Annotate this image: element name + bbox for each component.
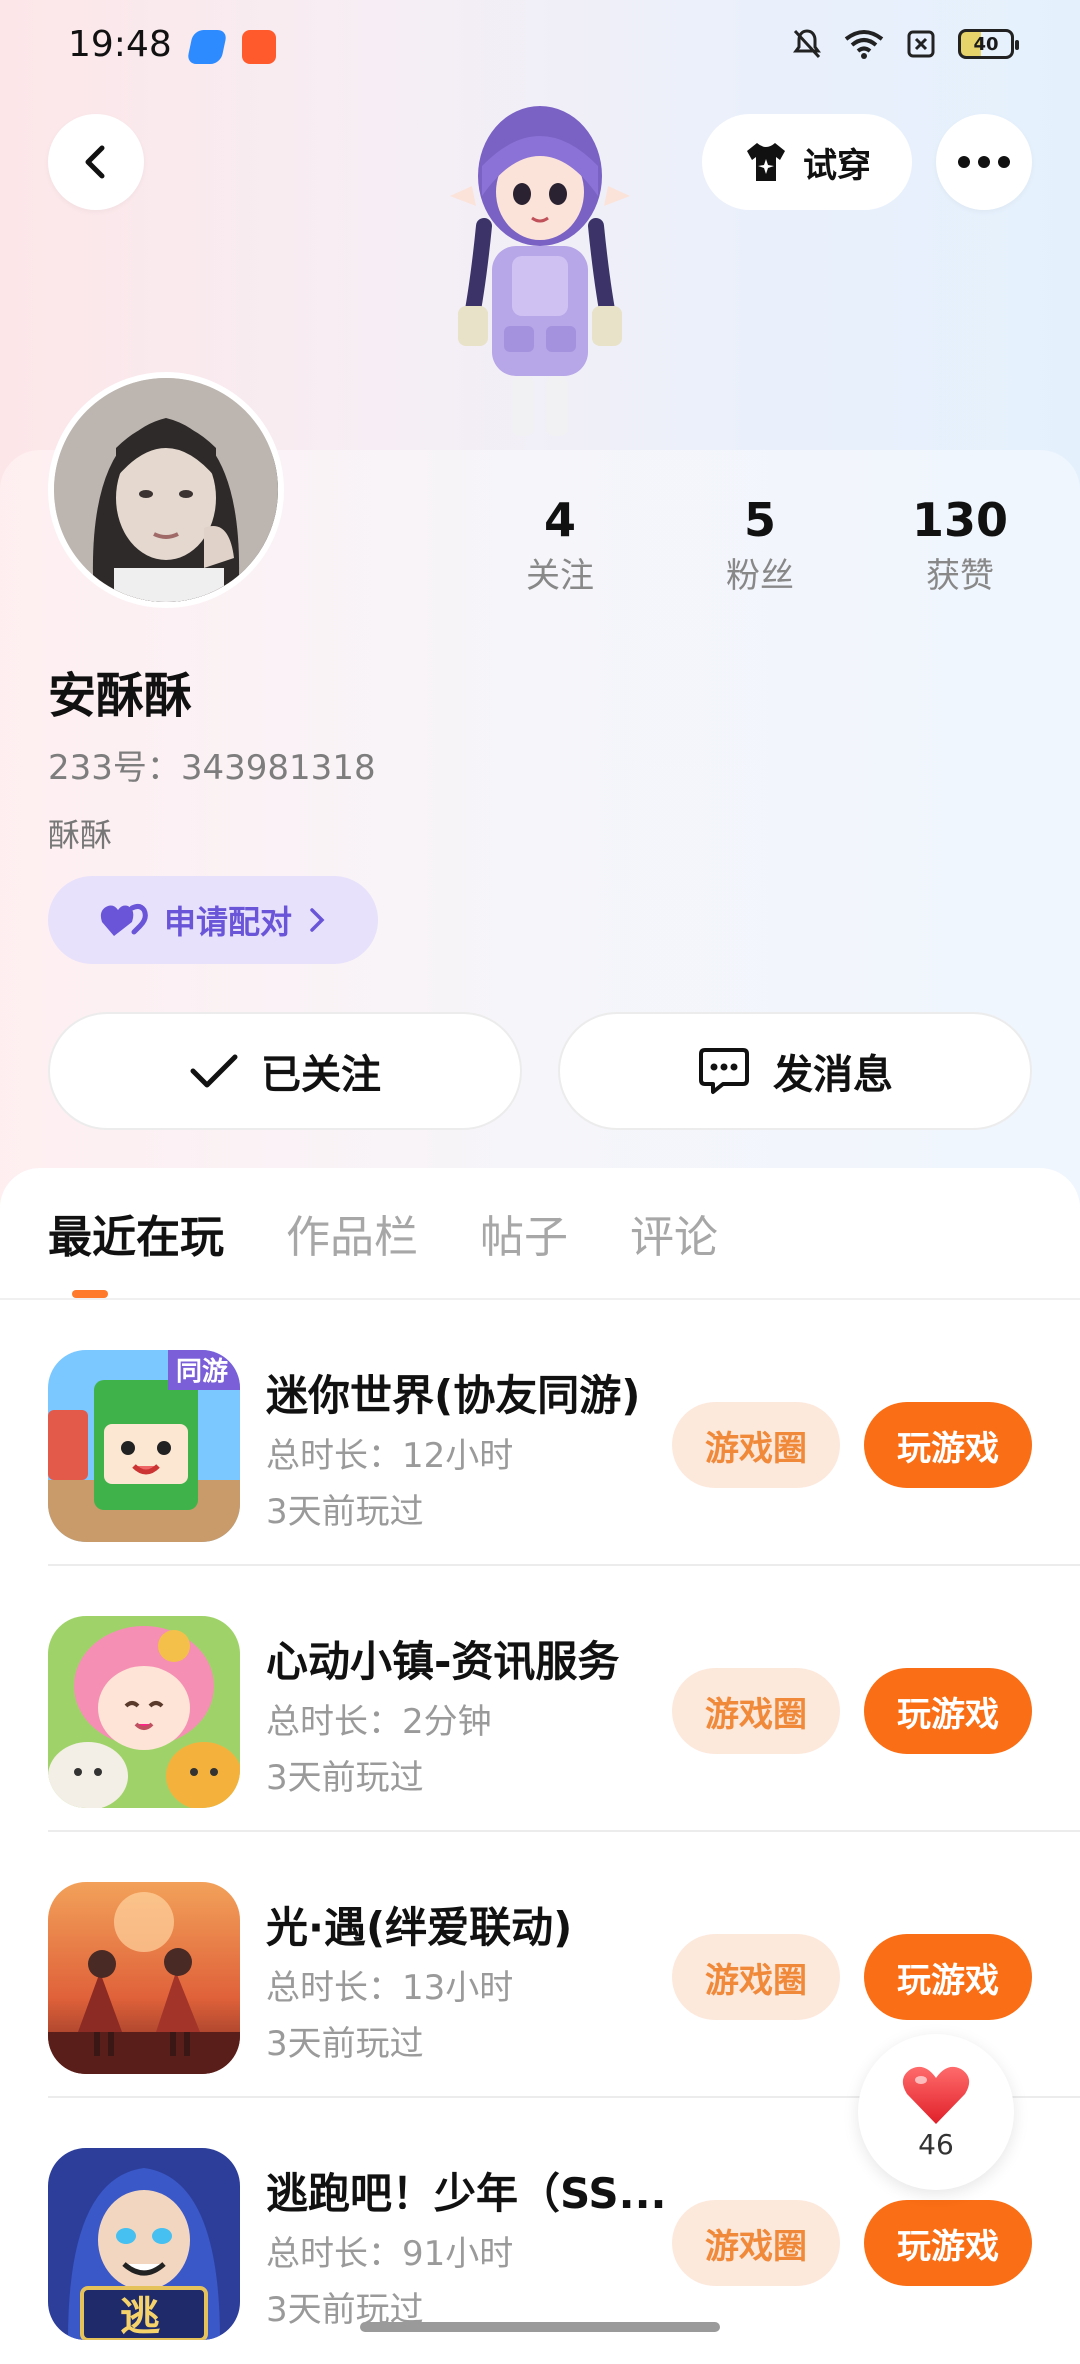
play-game-button[interactable]: 玩游戏 bbox=[864, 1934, 1032, 2020]
game-circle-button[interactable]: 游戏圈 bbox=[672, 1668, 840, 1754]
game-circle-button[interactable]: 游戏圈 bbox=[672, 1934, 840, 2020]
stat-following[interactable]: 4 关注 bbox=[480, 490, 640, 602]
game-duration: 总时长：91小时 bbox=[266, 2234, 514, 2274]
play-game-button[interactable]: 玩游戏 bbox=[864, 2200, 1032, 2286]
status-bar: 19:48 40 bbox=[0, 0, 1080, 96]
game-last-played: 3天前玩过 bbox=[266, 1492, 424, 1532]
request-match-label: 申请配对 bbox=[163, 903, 292, 941]
send-message-label: 发消息 bbox=[773, 1052, 893, 1098]
more-options-button[interactable] bbox=[936, 114, 1032, 210]
sim-icon bbox=[907, 30, 935, 58]
game-icon-escape-boy[interactable]: 逃 bbox=[48, 2148, 240, 2340]
active-tab-indicator bbox=[72, 1290, 108, 1298]
game-circle-button[interactable]: 游戏圈 bbox=[672, 1402, 840, 1488]
bell-muted-icon bbox=[793, 29, 821, 59]
game-row[interactable]: 心动小镇-资讯服务 总时长：2分钟 3天前玩过 游戏圈 玩游戏 bbox=[48, 1566, 1080, 1832]
more-dots-icon bbox=[958, 156, 1010, 168]
battery-icon: 40 bbox=[958, 29, 1019, 59]
game-last-played: 3天前玩过 bbox=[266, 1758, 424, 1798]
heart-icon bbox=[902, 2066, 970, 2124]
profile-name: 安酥酥 bbox=[48, 668, 193, 724]
avatar-photo-image bbox=[54, 378, 278, 602]
followed-label: 已关注 bbox=[261, 1052, 381, 1098]
stat-label: 关注 bbox=[526, 556, 594, 596]
stat-followers[interactable]: 5 粉丝 bbox=[680, 490, 840, 602]
profile-bio: 酥酥 bbox=[48, 816, 113, 854]
status-time: 19:48 bbox=[68, 24, 172, 65]
game-icon-heartbeat-town[interactable] bbox=[48, 1616, 240, 1808]
back-arrow-icon bbox=[85, 145, 105, 179]
profile-avatar[interactable] bbox=[48, 372, 284, 608]
game-duration: 总时长：13小时 bbox=[266, 1968, 514, 2008]
checkmark-icon bbox=[190, 1054, 238, 1088]
app-notification-icon bbox=[186, 30, 228, 64]
mini-world-badge-text: 同游 bbox=[176, 1357, 228, 1387]
game-name: 心动小镇-资讯服务 bbox=[266, 1637, 620, 1686]
sky-artwork bbox=[48, 1882, 240, 2074]
battery-level: 40 bbox=[973, 33, 999, 55]
home-indicator[interactable] bbox=[360, 2322, 720, 2332]
game-duration: 总时长：2分钟 bbox=[266, 1702, 492, 1742]
try-on-label: 试穿 bbox=[803, 145, 871, 186]
game-name: 光·遇(绊爱联动) bbox=[266, 1903, 573, 1952]
stat-value: 5 bbox=[743, 493, 776, 547]
escape-boy-artwork: 逃 bbox=[48, 2148, 240, 2340]
game-last-played: 3天前玩过 bbox=[266, 2024, 424, 2064]
stat-label: 粉丝 bbox=[726, 556, 794, 596]
status-icons: 40 bbox=[792, 28, 1019, 60]
wifi-icon bbox=[844, 30, 884, 59]
profile-stats: 4 关注 5 粉丝 130 获赞 bbox=[480, 490, 1040, 602]
send-message-button[interactable]: 发消息 bbox=[558, 1012, 1032, 1130]
mini-world-artwork: 同游 bbox=[48, 1350, 240, 1542]
like-button[interactable]: 46 bbox=[858, 2034, 1014, 2190]
heartbeat-town-artwork bbox=[48, 1616, 240, 1808]
game-name: 迷你世界(协友同游) bbox=[266, 1371, 641, 1420]
stat-value: 130 bbox=[911, 493, 1009, 547]
play-game-button[interactable]: 玩游戏 bbox=[864, 1402, 1032, 1488]
profile-uid: 233号：343981318 bbox=[48, 748, 376, 788]
request-match-button[interactable]: 申请配对 bbox=[48, 876, 378, 964]
heart-pair-icon bbox=[100, 903, 148, 936]
game-icon-sky[interactable] bbox=[48, 1882, 240, 2074]
game-name: 逃跑吧！少年（SS... bbox=[266, 2169, 667, 2218]
app-notification-icon bbox=[242, 30, 276, 64]
character-figure bbox=[450, 106, 630, 436]
game-icon-mini-world[interactable]: 同游 bbox=[48, 1350, 240, 1542]
tab-works[interactable]: 作品栏 bbox=[286, 1208, 418, 1268]
like-count: 46 bbox=[918, 2127, 954, 2161]
try-on-button[interactable]: 试穿 bbox=[702, 114, 912, 210]
chat-bubble-icon bbox=[699, 1048, 749, 1094]
tab-comments[interactable]: 评论 bbox=[630, 1208, 718, 1268]
tab-posts[interactable]: 帖子 bbox=[480, 1208, 568, 1268]
stat-label: 获赞 bbox=[926, 556, 994, 596]
followed-button[interactable]: 已关注 bbox=[48, 1012, 522, 1130]
chevron-right-icon bbox=[310, 908, 325, 932]
stat-likes[interactable]: 130 获赞 bbox=[880, 490, 1040, 602]
avatar-3d-character[interactable] bbox=[420, 96, 660, 446]
tab-bar: 最近在玩 作品栏 帖子 评论 bbox=[48, 1208, 718, 1268]
game-circle-button[interactable]: 游戏圈 bbox=[672, 2200, 840, 2286]
game-duration: 总时长：12小时 bbox=[266, 1436, 514, 1476]
game-row[interactable]: 同游 迷你世界(协友同游) 总时长：12小时 3天前玩过 游戏圈 玩游戏 bbox=[48, 1300, 1080, 1566]
play-game-button[interactable]: 玩游戏 bbox=[864, 1668, 1032, 1754]
tab-recently-played[interactable]: 最近在玩 bbox=[48, 1208, 224, 1268]
escape-boy-badge-text: 逃 bbox=[120, 2294, 160, 2340]
stat-value: 4 bbox=[543, 493, 576, 547]
back-button[interactable] bbox=[48, 114, 144, 210]
tshirt-icon bbox=[747, 143, 785, 181]
